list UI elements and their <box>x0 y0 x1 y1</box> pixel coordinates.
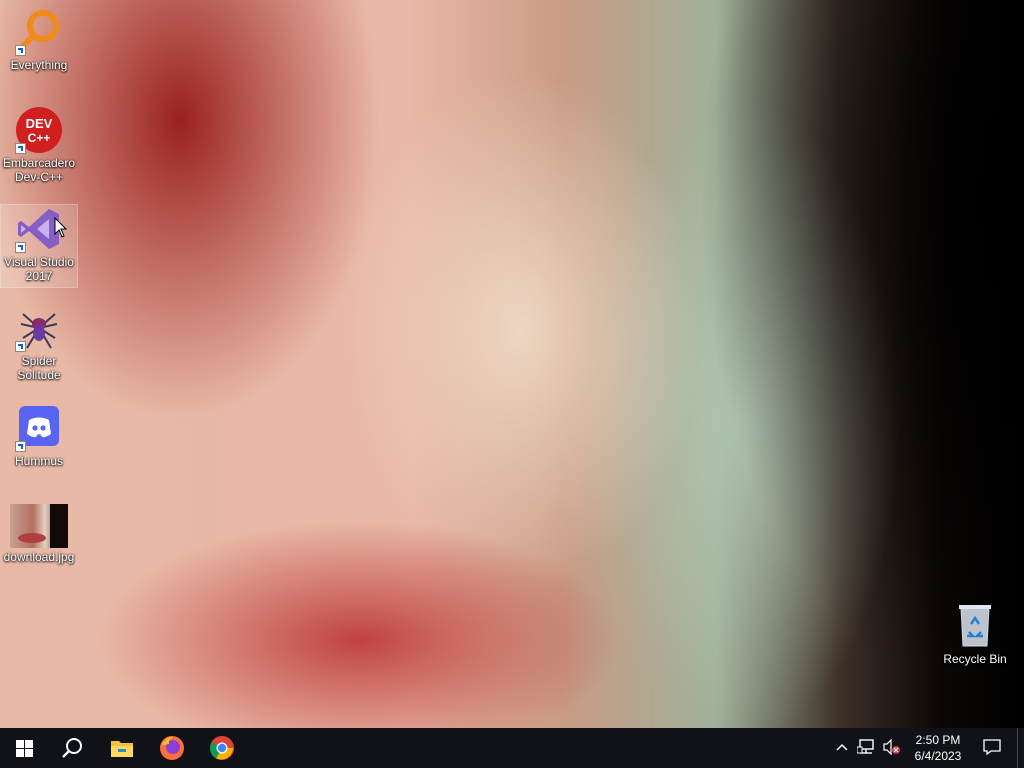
shortcut-arrow-icon <box>15 143 26 154</box>
file-explorer-icon <box>111 741 133 757</box>
firefox-icon <box>160 736 184 760</box>
desktop-icon-devcpp[interactable]: DEV C++ Embarcadero Dev-C++ <box>1 106 77 184</box>
taskbar-clock[interactable]: 2:50 PM 6/4/2023 <box>905 732 971 764</box>
recycle-bin-icon <box>951 602 999 650</box>
mouse-cursor-icon <box>54 216 68 244</box>
spider-icon <box>15 304 63 352</box>
taskbar: 2:50 PM 6/4/2023 <box>0 728 1024 768</box>
show-desktop-button[interactable] <box>1017 728 1024 768</box>
shortcut-arrow-icon <box>15 242 26 253</box>
desktop-icon-label: Recycle Bin <box>943 652 1007 666</box>
start-windows-icon <box>15 739 33 757</box>
search-button[interactable] <box>48 728 96 768</box>
shortcut-arrow-icon <box>15 341 26 352</box>
notification-icon[interactable] <box>983 738 1001 758</box>
chrome-icon <box>209 736 234 760</box>
taskbar-firefox[interactable] <box>148 728 196 768</box>
desktop-icon-label: download.jpg <box>3 550 75 564</box>
shortcut-arrow-icon <box>15 45 26 56</box>
clock-time: 2:50 PM <box>915 733 961 747</box>
svg-text:DEV: DEV <box>26 116 53 131</box>
image-thumbnail-icon <box>10 504 68 548</box>
desktop-icon-label: Everything <box>10 58 68 72</box>
volume-muted-icon[interactable] <box>883 738 901 758</box>
clock-date: 6/4/2023 <box>914 749 962 763</box>
everything-magnifier-icon <box>15 8 63 56</box>
desktop-icon-label: Embarcadero Dev-C++ <box>2 156 76 184</box>
desktop-icon-label: Hummus <box>14 454 63 468</box>
start-button[interactable] <box>0 728 48 768</box>
desktop-icon-label: Spider Solitude <box>17 354 61 382</box>
devcpp-icon: DEV C++ <box>15 106 63 154</box>
discord-icon <box>15 404 63 452</box>
desktop-icon-spider-solitude[interactable]: Spider Solitude <box>1 304 77 382</box>
desktop-icon-download-jpg[interactable]: download.jpg <box>1 502 77 564</box>
svg-text:C++: C++ <box>28 131 51 145</box>
network-icon[interactable] <box>856 738 875 758</box>
desktop-icon-hummus[interactable]: Hummus <box>1 404 77 468</box>
shortcut-arrow-icon <box>15 441 26 452</box>
taskbar-chrome[interactable] <box>198 728 246 768</box>
desktop-icon-label: Visual Studio 2017 <box>4 255 74 283</box>
tray-chevron-up-icon[interactable] <box>835 741 849 755</box>
desktop-icon-everything[interactable]: Everything <box>1 8 77 72</box>
search-icon <box>62 738 82 758</box>
taskbar-file-explorer[interactable] <box>98 728 146 768</box>
system-tray: 2:50 PM 6/4/2023 <box>831 728 1024 768</box>
desktop-icon-recycle-bin[interactable]: Recycle Bin <box>937 602 1013 666</box>
desktop-wallpaper <box>0 0 1024 728</box>
